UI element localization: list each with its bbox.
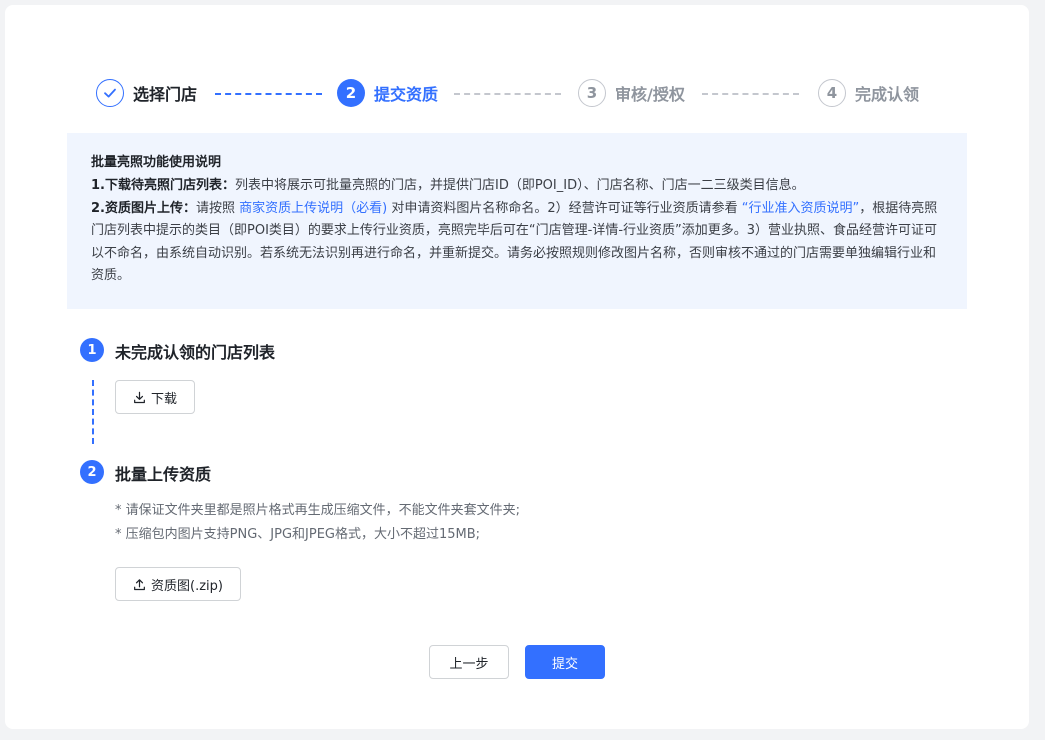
step-submit-qualification: 2 提交资质 [337, 78, 438, 108]
download-button[interactable]: 下载 [115, 380, 195, 414]
upload-icon [133, 578, 146, 591]
step-review-authorize: 3 审核/授权 [578, 78, 685, 108]
check-icon [96, 79, 124, 107]
step-label: 完成认领 [855, 85, 920, 104]
instruction-line-1: 1.下载待亮照门店列表：列表中将展示可批量亮照的门店，并提供门店ID（即POI_… [91, 175, 941, 198]
instruction-1-text: 列表中将展示可批量亮照的门店，并提供门店ID（即POI_ID）、门店名称、门店一… [234, 178, 805, 193]
instruction-2-heading: 2.资质图片上传： [91, 200, 196, 216]
main-card: 选择门店 2 提交资质 3 审核/授权 4 完成认领 批量亮照功能使用说明 1.… [5, 5, 1029, 729]
upload-label: 资质图(.zip) [151, 578, 223, 594]
step-number: 4 [818, 79, 846, 107]
instruction-2-text: 请按照 [195, 200, 240, 216]
upload-note-1: * 请保证文件夹里都是照片格式再生成压缩文件，不能文件夹套文件夹; [115, 503, 521, 518]
step-number: 2 [337, 79, 365, 107]
stepper: 选择门店 2 提交资质 3 审核/授权 4 完成认领 [5, 78, 1029, 110]
instruction-line-2: 2.资质图片上传：请按照 商家资质上传说明（必看) 对申请资料图片名称命名。2）… [91, 198, 941, 288]
step-number: 3 [578, 79, 606, 107]
download-label: 下载 [150, 391, 177, 407]
section-2-title: 批量上传资质 [115, 465, 212, 484]
step-label: 选择门店 [133, 85, 198, 104]
step-connector [215, 93, 322, 95]
step-select-store: 选择门店 [96, 78, 197, 108]
section-1-title: 未完成认领的门店列表 [115, 343, 276, 362]
previous-step-button[interactable]: 上一步 [429, 645, 509, 679]
step-connector [454, 93, 561, 95]
usage-instructions: 批量亮照功能使用说明 1.下载待亮照门店列表：列表中将展示可批量亮照的门店，并提… [67, 133, 967, 309]
instruction-1-heading: 1.下载待亮照门店列表： [91, 178, 235, 193]
section-divider [92, 380, 94, 444]
qualification-upload-guide-link[interactable]: 商家资质上传说明（必看) [239, 201, 387, 216]
instructions-title: 批量亮照功能使用说明 [91, 155, 222, 170]
section-2-number: 2 [80, 460, 104, 484]
step-label: 审核/授权 [615, 85, 685, 104]
section-1-number: 1 [80, 338, 104, 362]
upload-note-2: * 压缩包内图片支持PNG、JPG和JPEG格式，大小不超过15MB; [115, 527, 481, 542]
step-label: 提交资质 [374, 85, 439, 104]
upload-qualification-button[interactable]: 资质图(.zip) [115, 567, 241, 601]
instruction-2-text: 对申请资料图片名称命名。2）经营许可证等行业资质请参看 [387, 200, 742, 216]
industry-access-guide-link[interactable]: “行业准入资质说明” [742, 201, 859, 216]
download-icon [133, 391, 146, 404]
step-connector [702, 93, 799, 95]
submit-button[interactable]: 提交 [525, 645, 605, 679]
step-complete-claim: 4 完成认领 [818, 78, 919, 108]
